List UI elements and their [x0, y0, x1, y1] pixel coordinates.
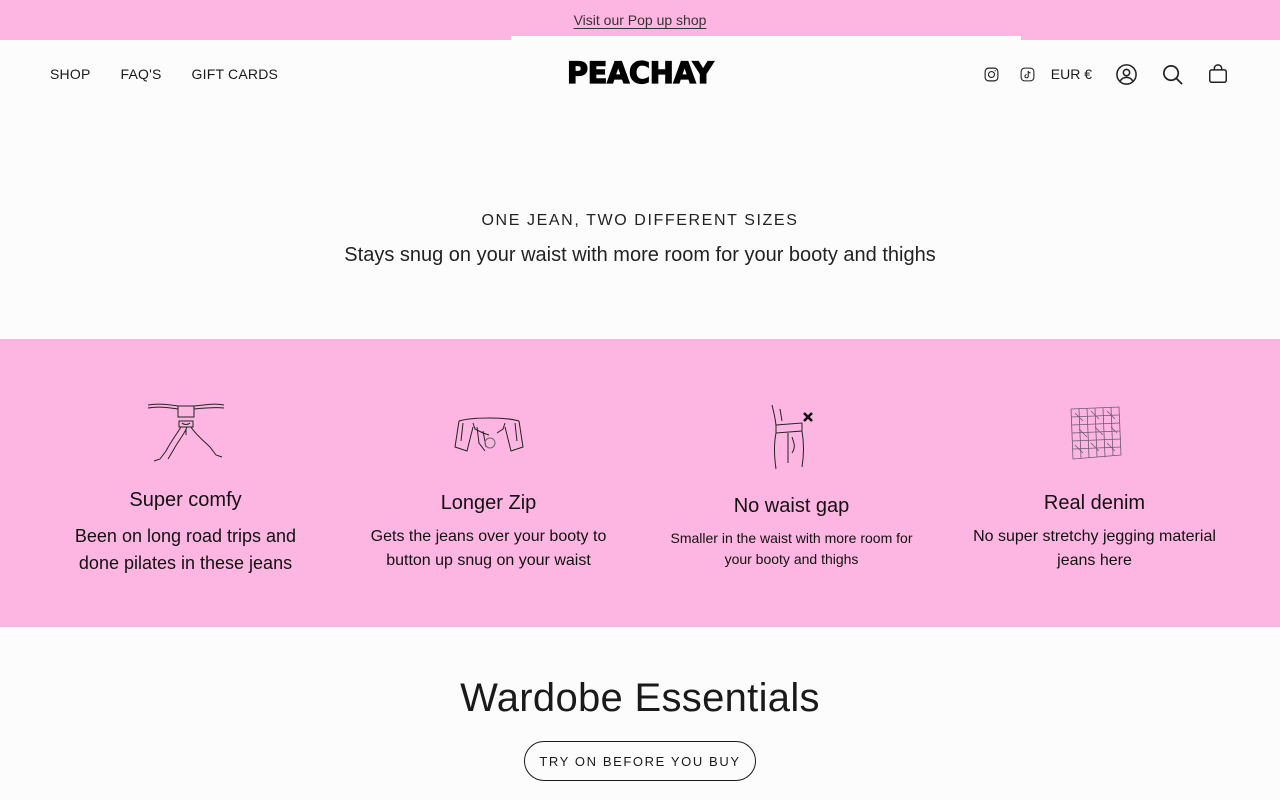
site-header: SHOP FAQ'S GIFT CARDS PEACHAY EUR € — [0, 40, 1280, 108]
currency-selector[interactable]: EUR € — [1051, 66, 1092, 82]
essentials-section: Wardobe Essentials — [0, 676, 1280, 721]
cart-icon[interactable] — [1206, 62, 1230, 86]
feature-text: Smaller in the waist with more room for … — [670, 530, 913, 567]
nav-gift-cards[interactable]: GIFT CARDS — [192, 66, 279, 82]
intro-section: ONE JEAN, TWO DIFFERENT SIZES Stays snug… — [0, 200, 1280, 267]
features-band: Super comfy Been on long road trips and … — [0, 339, 1280, 627]
try-on-button[interactable]: TRY ON BEFORE YOU BUY — [524, 741, 756, 781]
feature-text: No super stretchy jegging material jeans… — [973, 528, 1216, 569]
feature-text: Been on long road trips and done pilates… — [74, 526, 297, 573]
feature-text: Gets the jeans over your booty to button… — [370, 528, 607, 569]
site-logo[interactable]: PEACHAY — [556, 57, 724, 88]
feature-title: Real denim — [1043, 492, 1146, 514]
waist-fit-icon — [640, 403, 943, 471]
feature-title: Longer Zip — [440, 492, 537, 514]
jeans-zip-icon — [337, 413, 640, 455]
nav-shop[interactable]: SHOP — [50, 66, 90, 82]
denim-weave-icon — [943, 403, 1246, 463]
header-actions: EUR € — [983, 40, 1230, 108]
intro-subline: Stays snug on your waist with more room … — [344, 244, 936, 266]
essentials-title: Wardobe Essentials — [460, 676, 820, 720]
intro-eyebrow: ONE JEAN, TWO DIFFERENT SIZES — [481, 212, 799, 229]
announcement-bar: Visit our Pop up shop — [0, 0, 1280, 40]
main-nav: SHOP FAQ'S GIFT CARDS — [50, 40, 278, 108]
feature-title: No waist gap — [733, 495, 850, 517]
search-icon[interactable] — [1160, 62, 1184, 86]
yoga-pose-icon — [34, 399, 337, 465]
tiktok-icon[interactable] — [1019, 65, 1037, 83]
nav-faqs[interactable]: FAQ'S — [120, 66, 161, 82]
feature-title: Super comfy — [129, 489, 242, 511]
instagram-icon[interactable] — [983, 65, 1001, 83]
account-icon[interactable] — [1114, 62, 1138, 86]
popup-shop-link[interactable]: Visit our Pop up shop — [574, 12, 707, 28]
